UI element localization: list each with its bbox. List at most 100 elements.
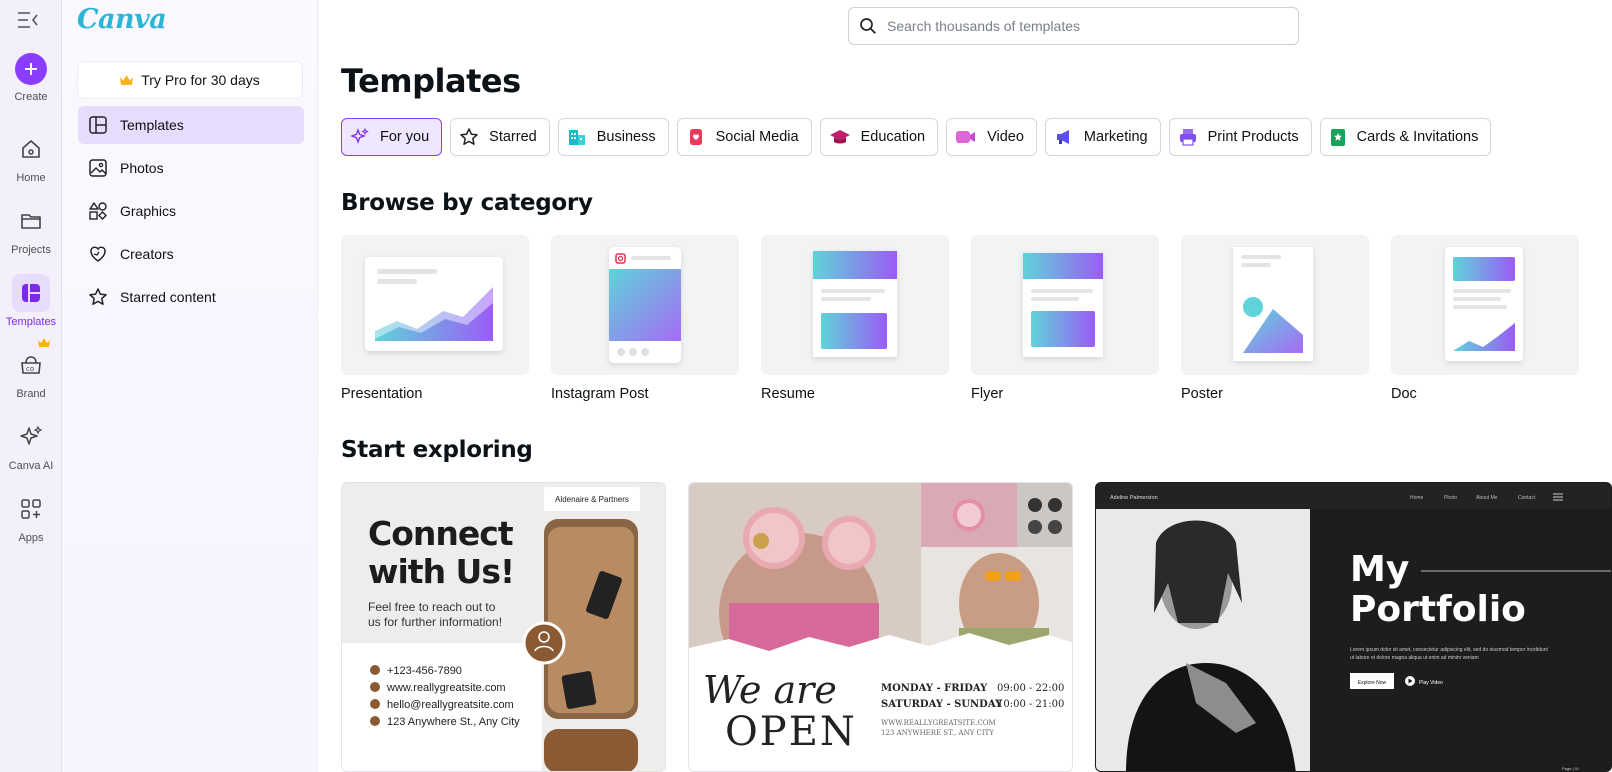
panel-nav-starred[interactable]: Starred content: [78, 278, 304, 316]
connect-headline-1: Connect: [368, 514, 514, 553]
chip-for-you[interactable]: For you: [341, 118, 443, 156]
photo-icon: [89, 159, 107, 177]
chip-starred[interactable]: Starred: [450, 118, 550, 156]
category-label: Flyer: [971, 386, 1004, 402]
category-label: Poster: [1181, 386, 1223, 402]
chip-label: Marketing: [1083, 129, 1148, 145]
sparkle-icon: [12, 418, 50, 456]
panel-nav-label: Creators: [120, 246, 174, 262]
portfolio-nav-home: Home: [1410, 495, 1424, 501]
building-icon: [568, 130, 585, 145]
chip-business[interactable]: Business: [557, 118, 669, 156]
shapes-icon: [89, 202, 107, 220]
collapse-menu-icon[interactable]: [16, 10, 40, 30]
category-instagram-post[interactable]: Instagram Post: [551, 235, 739, 402]
star-icon: [89, 288, 107, 305]
category-resume[interactable]: Resume: [761, 235, 949, 402]
open-row1-days: MONDAY - FRIDAY: [881, 683, 988, 694]
search-bar[interactable]: [848, 7, 1299, 45]
rail-item-label: Brand: [16, 388, 46, 400]
chip-label: Education: [860, 129, 926, 145]
portfolio-page: Page | 01: [1562, 766, 1580, 771]
printer-icon: [1179, 129, 1196, 146]
chip-print-products[interactable]: Print Products: [1168, 118, 1312, 156]
chip-social-media[interactable]: Social Media: [676, 118, 812, 156]
portfolio-nav-contact: Contact: [1518, 495, 1536, 501]
connect-address: 123 Anywhere St., Any City: [387, 716, 520, 728]
portfolio-body-2: ut labore et dolore magna aliqua ut enim…: [1350, 655, 1479, 661]
portfolio-nav-about: About Me: [1476, 495, 1498, 501]
chip-label: For you: [380, 129, 430, 145]
heart-icon: [90, 246, 106, 262]
crown-icon: [120, 74, 134, 85]
open-row1-time: 09:00 - 22:00: [997, 683, 1064, 694]
open-big: OPEN: [725, 709, 857, 755]
panel-nav-templates[interactable]: Templates: [78, 106, 304, 144]
star-icon: [460, 128, 478, 145]
megaphone-icon: [1056, 130, 1069, 144]
panel-nav-graphics[interactable]: Graphics: [78, 192, 304, 230]
template-card-portfolio[interactable]: Adeline Palmerston Home Photo About Me C…: [1095, 482, 1612, 772]
connect-email: hello@reallygreatsite.com: [387, 699, 514, 711]
left-rail: Create Home Projects Templates co Brand …: [0, 0, 62, 772]
portfolio-nav-photo: Photo: [1444, 495, 1457, 501]
browse-title: Browse by category: [341, 190, 593, 216]
connect-subline-2: us for further information!: [368, 615, 502, 629]
brand-icon: co: [12, 346, 50, 384]
instagram-post-thumbnail: [551, 235, 739, 375]
open-address: 123 ANYWHERE ST., ANY CITY: [881, 729, 994, 737]
connect-web: www.reallygreatsite.com: [386, 682, 506, 694]
chip-education[interactable]: Education: [819, 118, 939, 156]
try-pro-button[interactable]: Try Pro for 30 days: [78, 62, 302, 98]
rail-item-home[interactable]: Home: [0, 130, 62, 184]
portfolio-title-2: Portfolio: [1350, 589, 1526, 630]
search-input[interactable]: [887, 18, 1267, 34]
main-content: Templates For you Starred Business Socia…: [319, 0, 1612, 772]
connect-headline-2: with Us!: [368, 552, 514, 591]
open-script: We are: [703, 668, 837, 712]
panel-nav-label: Graphics: [120, 203, 177, 219]
template-card-we-are-open[interactable]: We are OPEN MONDAY - FRIDAY 09:00 - 22:0…: [688, 482, 1073, 772]
flyer-thumbnail: [971, 235, 1159, 375]
panel-nav-label: Starred content: [120, 289, 216, 305]
template-card-connect[interactable]: Aldenaire & Partners Connect with Us! Fe…: [341, 482, 666, 772]
poster-thumbnail: [1181, 235, 1369, 375]
category-label: Presentation: [341, 386, 423, 402]
open-row2-time: 10:00 - 21:00: [997, 699, 1064, 710]
rail-item-templates[interactable]: Templates: [0, 274, 62, 328]
templates-icon: [12, 274, 50, 312]
doc-thumbnail: [1391, 235, 1579, 375]
try-pro-label: Try Pro for 30 days: [141, 72, 260, 88]
explore-title: Start exploring: [341, 437, 533, 463]
rail-item-projects[interactable]: Projects: [0, 202, 62, 256]
presentation-thumbnail: [341, 235, 529, 375]
chip-label: Business: [596, 129, 656, 145]
category-presentation[interactable]: Presentation: [341, 235, 529, 402]
video-camera-icon: [956, 131, 976, 143]
category-poster[interactable]: Poster: [1181, 235, 1369, 402]
resume-thumbnail: [761, 235, 949, 375]
category-label: Doc: [1391, 386, 1417, 402]
create-button[interactable]: Create: [0, 53, 62, 103]
create-label: Create: [14, 91, 48, 103]
chip-label: Starred: [489, 129, 537, 145]
sparkle-icon: [350, 127, 369, 144]
panel-nav-label: Photos: [120, 160, 164, 176]
chip-marketing[interactable]: Marketing: [1044, 118, 1161, 156]
category-grid: Presentation Instagram Post Resume Flyer…: [341, 235, 1579, 402]
rail-item-apps[interactable]: Apps: [0, 490, 62, 544]
plus-icon: [15, 53, 47, 85]
rail-item-brand[interactable]: co Brand: [0, 338, 62, 400]
category-flyer[interactable]: Flyer: [971, 235, 1159, 402]
category-doc[interactable]: Doc: [1391, 235, 1579, 402]
chip-cards-invitations[interactable]: Cards & Invitations: [1319, 118, 1492, 156]
rail-item-label: Home: [16, 172, 46, 184]
chip-video[interactable]: Video: [946, 118, 1037, 156]
portfolio-title-1: My: [1350, 549, 1409, 590]
category-label: Resume: [761, 386, 815, 402]
canva-logo[interactable]: Canva: [77, 4, 167, 35]
connect-company: Aldenaire & Partners: [555, 495, 629, 504]
panel-nav-photos[interactable]: Photos: [78, 149, 304, 187]
rail-item-canva-ai[interactable]: Canva AI: [0, 418, 62, 472]
panel-nav-creators[interactable]: Creators: [78, 235, 304, 273]
